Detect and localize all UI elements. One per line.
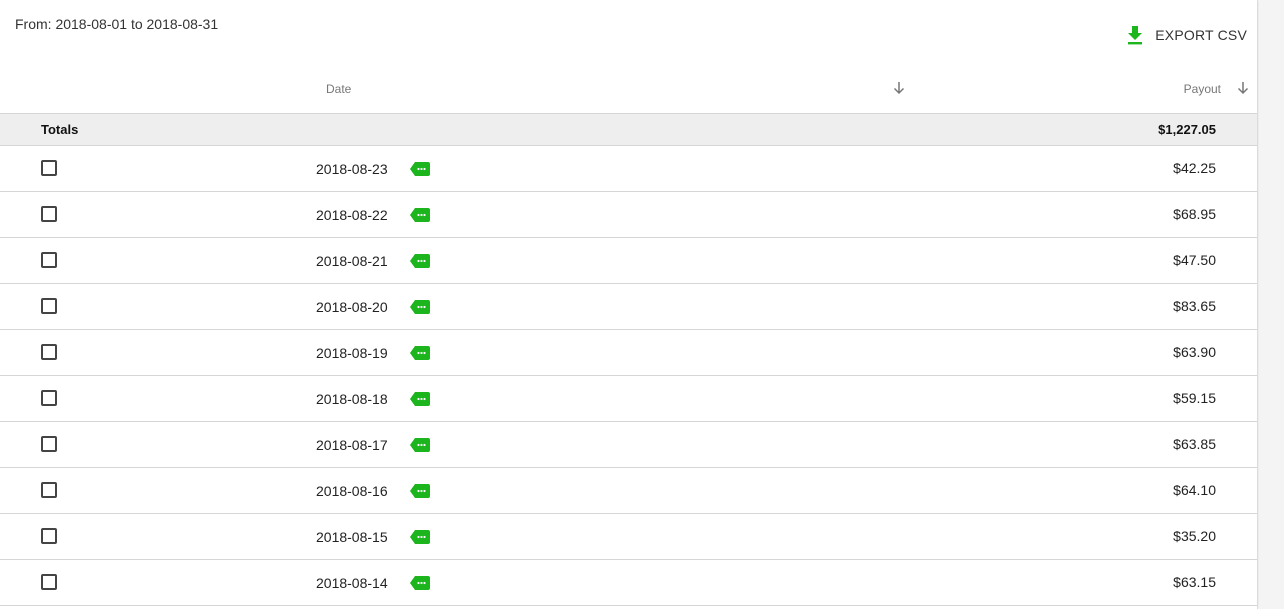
row-payout: $83.65 [1173,298,1216,314]
page-background-gutter [1259,0,1284,609]
row-payout: $35.20 [1173,528,1216,544]
date-range-label: From: 2018-08-01 to 2018-08-31 [15,16,219,32]
table-row: 2018-08-17 $63.85 [0,422,1257,468]
row-date: 2018-08-19 [316,345,388,361]
totals-row: Totals $1,227.05 [0,114,1257,146]
row-date: 2018-08-23 [316,161,388,177]
table-row: 2018-08-14 $63.15 [0,560,1257,606]
export-csv-label: EXPORT CSV [1155,27,1247,43]
row-date: 2018-08-20 [316,299,388,315]
row-payout: $47.50 [1173,252,1216,268]
export-csv-button[interactable]: EXPORT CSV [1126,24,1247,46]
row-date: 2018-08-18 [316,391,388,407]
row-checkbox[interactable] [41,344,57,360]
row-checkbox[interactable] [41,482,57,498]
table-row: 2018-08-20 $83.65 [0,284,1257,330]
row-payout: $63.85 [1173,436,1216,452]
row-checkbox[interactable] [41,206,57,222]
sort-arrow-down-icon[interactable] [892,80,906,96]
row-date: 2018-08-22 [316,207,388,223]
table-row: 2018-08-19 $63.90 [0,330,1257,376]
row-checkbox[interactable] [41,436,57,452]
table-row: 2018-08-18 $59.15 [0,376,1257,422]
table-row: 2018-08-16 $64.10 [0,468,1257,514]
tag-icon[interactable] [410,576,430,590]
sort-arrow-down-icon[interactable] [1236,80,1250,96]
table-row: 2018-08-23 $42.25 [0,146,1257,192]
totals-value: $1,227.05 [1158,122,1216,137]
totals-label: Totals [41,122,79,137]
tag-icon[interactable] [410,254,430,268]
row-date: 2018-08-15 [316,529,388,545]
payout-report-card: From: 2018-08-01 to 2018-08-31 EXPORT CS… [0,0,1258,609]
row-payout: $68.95 [1173,206,1216,222]
row-payout: $42.25 [1173,160,1216,176]
tag-icon[interactable] [410,300,430,314]
date-column-header[interactable]: Date [326,78,351,100]
row-payout: $63.15 [1173,574,1216,590]
table-row: 2018-08-22 $68.95 [0,192,1257,238]
download-icon [1128,26,1143,45]
table-row: 2018-08-15 $35.20 [0,514,1257,560]
tag-icon[interactable] [410,438,430,452]
tag-icon[interactable] [410,392,430,406]
table-row: 2018-08-21 $47.50 [0,238,1257,284]
payout-column-header[interactable]: Payout [1184,78,1221,100]
tag-icon[interactable] [410,346,430,360]
row-checkbox[interactable] [41,528,57,544]
tag-icon[interactable] [410,484,430,498]
payout-table-body: 2018-08-23 $42.25 2018-08-22 $68.95 2018… [0,146,1257,606]
row-checkbox[interactable] [41,160,57,176]
row-checkbox[interactable] [41,252,57,268]
row-date: 2018-08-21 [316,253,388,269]
row-checkbox[interactable] [41,574,57,590]
tag-icon[interactable] [410,530,430,544]
row-checkbox[interactable] [41,390,57,406]
row-date: 2018-08-17 [316,437,388,453]
tag-icon[interactable] [410,208,430,222]
row-date: 2018-08-16 [316,483,388,499]
row-checkbox[interactable] [41,298,57,314]
row-payout: $59.15 [1173,390,1216,406]
tag-icon[interactable] [410,162,430,176]
row-payout: $63.90 [1173,344,1216,360]
row-date: 2018-08-14 [316,575,388,591]
row-payout: $64.10 [1173,482,1216,498]
